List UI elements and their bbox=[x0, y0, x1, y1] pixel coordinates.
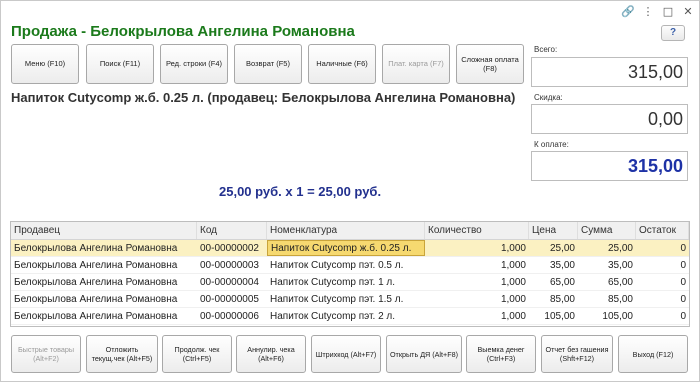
current-product-name: Напиток Cutycomp ж.б. 0.25 л. (продавец:… bbox=[11, 90, 516, 105]
table-row[interactable]: Белокрылова Ангелина Романовна 00-000000… bbox=[11, 291, 689, 308]
discount-field: 0,00 bbox=[531, 104, 688, 134]
cell-sum: 25,00 bbox=[607, 243, 633, 254]
exit-button[interactable]: Выход (F12) bbox=[618, 335, 688, 373]
cell-code: 00-00000002 bbox=[200, 243, 259, 254]
cell-sum: 65,00 bbox=[607, 277, 633, 288]
cell-item[interactable]: Напиток Cutycomp ж.б. 0.25 л. bbox=[267, 240, 425, 256]
cell-price: 85,00 bbox=[549, 294, 575, 305]
x-report-button[interactable]: Отчет без гашения (Shft+F12) bbox=[541, 335, 613, 373]
column-header-remainder[interactable]: Остаток bbox=[636, 222, 689, 239]
cell-sum: 35,00 bbox=[607, 260, 633, 271]
cell-item: Напиток Cutycomp пэт. 2 л. bbox=[270, 311, 396, 322]
barcode-button[interactable]: Штрихкод (Alt+F7) bbox=[311, 335, 381, 373]
cancel-receipt-button[interactable]: Аннулир. чека (Alt+F6) bbox=[236, 335, 306, 373]
help-button[interactable]: ? bbox=[661, 25, 685, 41]
cell-quantity: 1,000 bbox=[500, 294, 526, 305]
items-table: Продавец Код Номенклатура Количество Цен… bbox=[10, 221, 690, 327]
open-cash-drawer-button[interactable]: Открыть ДЯ (Alt+F8) bbox=[386, 335, 462, 373]
cell-code: 00-00000003 bbox=[200, 260, 259, 271]
cell-code: 00-00000006 bbox=[200, 311, 259, 322]
cell-seller: Белокрылова Ангелина Романовна bbox=[14, 260, 178, 271]
cell-seller: Белокрылова Ангелина Романовна bbox=[14, 243, 178, 254]
total-label: Всего: bbox=[534, 45, 558, 54]
cell-seller: Белокрылова Ангелина Романовна bbox=[14, 294, 178, 305]
complex-payment-button[interactable]: Сложная оплата (F8) bbox=[456, 44, 524, 84]
cell-remainder: 0 bbox=[680, 311, 686, 322]
cell-item: Напиток Cutycomp пэт. 1.5 л. bbox=[270, 294, 404, 305]
discount-label: Скидка: bbox=[534, 93, 563, 102]
column-header-seller[interactable]: Продавец bbox=[11, 222, 197, 239]
cell-seller: Белокрылова Ангелина Романовна bbox=[14, 311, 178, 322]
maximize-icon[interactable]: □ bbox=[661, 4, 675, 18]
cell-quantity: 1,000 bbox=[500, 260, 526, 271]
close-icon[interactable]: ✕ bbox=[681, 4, 695, 18]
table-row[interactable]: Белокрылова Ангелина Романовна 00-000000… bbox=[11, 257, 689, 274]
continue-receipt-button[interactable]: Продолж. чек (Ctrl+F5) bbox=[162, 335, 232, 373]
title-bar: 🔗 ⋮ □ ✕ bbox=[1, 1, 699, 23]
search-button[interactable]: Поиск (F11) bbox=[86, 44, 154, 84]
sale-window: 🔗 ⋮ □ ✕ Продажа - Белокрылова Ангелина Р… bbox=[0, 0, 700, 382]
link-icon[interactable]: 🔗 bbox=[621, 4, 635, 18]
cell-code: 00-00000004 bbox=[200, 277, 259, 288]
table-header: Продавец Код Номенклатура Количество Цен… bbox=[11, 222, 689, 240]
page-title: Продажа - Белокрылова Ангелина Романовна bbox=[11, 23, 355, 40]
cell-code: 00-00000005 bbox=[200, 294, 259, 305]
return-button[interactable]: Возврат (F5) bbox=[234, 44, 302, 84]
cell-seller: Белокрылова Ангелина Романовна bbox=[14, 277, 178, 288]
card-payment-button[interactable]: Плат. карта (F7) bbox=[382, 44, 450, 84]
cell-price: 105,00 bbox=[544, 311, 575, 322]
cell-quantity: 1,000 bbox=[500, 311, 526, 322]
cell-item: Напиток Cutycomp пэт. 0.5 л. bbox=[270, 260, 404, 271]
edit-row-button[interactable]: Ред. строки (F4) bbox=[160, 44, 228, 84]
cell-price: 25,00 bbox=[549, 243, 575, 254]
table-row[interactable]: Белокрылова Ангелина Романовна 00-000000… bbox=[11, 308, 689, 325]
menu-button[interactable]: Меню (F10) bbox=[11, 44, 79, 84]
cell-remainder: 0 bbox=[680, 260, 686, 271]
column-header-price[interactable]: Цена bbox=[529, 222, 578, 239]
cash-withdrawal-button[interactable]: Выемка денег (Ctrl+F3) bbox=[466, 335, 536, 373]
table-row[interactable]: Белокрылова Ангелина Романовна 00-000000… bbox=[11, 274, 689, 291]
postpone-receipt-button[interactable]: Отложить текущ.чек (Alt+F5) bbox=[86, 335, 158, 373]
column-header-item[interactable]: Номенклатура bbox=[267, 222, 425, 239]
quick-items-button[interactable]: Быстрые товары (Alt+F2) bbox=[11, 335, 81, 373]
cell-quantity: 1,000 bbox=[500, 243, 526, 254]
window-controls: 🔗 ⋮ □ ✕ bbox=[621, 4, 695, 18]
column-header-sum[interactable]: Сумма bbox=[578, 222, 636, 239]
to-pay-field: 315,00 bbox=[531, 151, 688, 181]
table-row[interactable]: Белокрылова Ангелина Романовна 00-000000… bbox=[11, 240, 689, 257]
price-calculation: 25,00 руб. х 1 = 25,00 руб. bbox=[219, 184, 382, 199]
cell-price: 35,00 bbox=[549, 260, 575, 271]
cell-price: 65,00 bbox=[549, 277, 575, 288]
to-pay-label: К оплате: bbox=[534, 140, 569, 149]
cell-quantity: 1,000 bbox=[500, 277, 526, 288]
more-icon[interactable]: ⋮ bbox=[641, 4, 655, 18]
cell-remainder: 0 bbox=[680, 294, 686, 305]
column-header-quantity[interactable]: Количество bbox=[425, 222, 529, 239]
cell-remainder: 0 bbox=[680, 243, 686, 254]
cell-sum: 105,00 bbox=[602, 311, 633, 322]
cell-remainder: 0 bbox=[680, 277, 686, 288]
cash-button[interactable]: Наличные (F6) bbox=[308, 44, 376, 84]
cell-item: Напиток Cutycomp пэт. 1 л. bbox=[270, 277, 396, 288]
cell-sum: 85,00 bbox=[607, 294, 633, 305]
total-field: 315,00 bbox=[531, 57, 688, 87]
column-header-code[interactable]: Код bbox=[197, 222, 267, 239]
